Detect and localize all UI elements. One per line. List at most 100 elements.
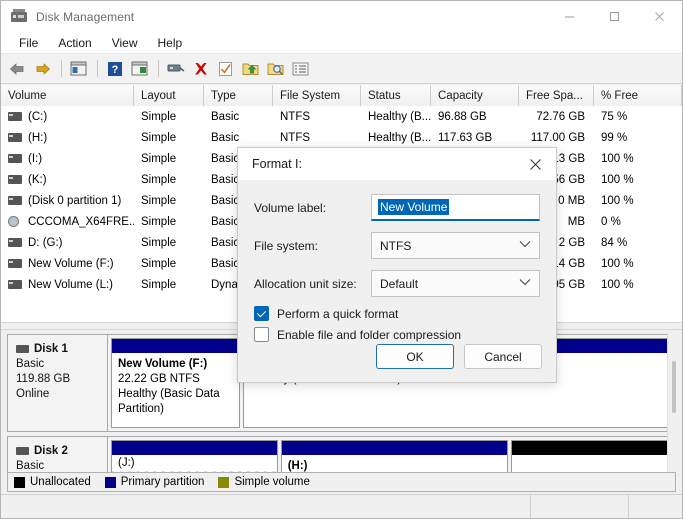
disk-pane-scrollbar[interactable]	[667, 333, 680, 481]
cell-status: Healthy (B...	[361, 106, 431, 127]
column-header[interactable]: Status	[361, 85, 431, 106]
toolbar-separator	[97, 60, 98, 77]
ok-button[interactable]: OK	[376, 344, 454, 369]
minimize-icon[interactable]	[547, 1, 592, 32]
close-icon[interactable]	[637, 1, 682, 32]
close-icon[interactable]	[514, 148, 556, 180]
partition-bar	[512, 441, 671, 455]
menu-view[interactable]: View	[102, 34, 148, 52]
legend-item: Primary partition	[105, 476, 205, 488]
folder-search-icon[interactable]	[264, 57, 287, 80]
allocation-unit-row: Allocation unit size: Default	[254, 268, 540, 299]
legend-swatch	[14, 477, 25, 488]
cell-volume: (I:)	[1, 148, 134, 169]
compression-row[interactable]: Enable file and folder compression	[254, 327, 540, 342]
cell-text: New Volume (L:)	[28, 279, 113, 291]
cell-percent: 100 %	[594, 148, 682, 169]
cell-text: (I:)	[28, 153, 42, 165]
show-hide-console-tree-icon[interactable]	[67, 57, 90, 80]
partition-status: Healthy (Basic Data Partition)	[118, 387, 233, 417]
cell-capacity: 117.63 GB	[431, 127, 519, 148]
partition[interactable]: New Volume (F:)22.22 GB NTFSHealthy (Bas…	[111, 338, 240, 428]
table-row[interactable]: (C:)SimpleBasicNTFSHealthy (B...96.88 GB…	[1, 106, 682, 127]
cell-text: (H:)	[28, 132, 47, 144]
allocation-unit-select[interactable]: Default	[371, 270, 540, 297]
column-header[interactable]: Free Spa...	[519, 85, 594, 106]
legend-label: Primary partition	[121, 476, 205, 488]
window-controls	[547, 1, 682, 32]
cell-volume: New Volume (L:)	[1, 274, 134, 295]
scrollbar-thumb[interactable]	[672, 361, 676, 413]
cell-layout: Simple	[134, 169, 204, 190]
folder-up-icon[interactable]	[239, 57, 262, 80]
cell-percent: 0 %	[594, 211, 682, 232]
status-cell-2	[531, 495, 629, 518]
partition-meta: New Volume (F:)22.22 GB NTFSHealthy (Bas…	[112, 353, 239, 421]
cell-volume: (C:)	[1, 106, 134, 127]
column-header[interactable]: Volume	[1, 85, 134, 106]
column-header[interactable]: File System	[273, 85, 361, 106]
volume-label-row: Volume label: New Volume	[254, 192, 540, 223]
allocation-unit-value: Default	[380, 277, 418, 291]
allocation-unit-caption: Allocation unit size:	[254, 277, 371, 291]
legend-item: Unallocated	[14, 476, 91, 488]
toolbar-separator	[61, 60, 62, 77]
menu-action[interactable]: Action	[48, 34, 101, 52]
cell-percent: 100 %	[594, 190, 682, 211]
volume-label-input[interactable]: New Volume	[371, 194, 540, 221]
menu-file[interactable]: File	[9, 34, 48, 52]
quick-format-checkbox[interactable]	[254, 306, 269, 321]
disk-name-row: Disk 1	[16, 343, 101, 355]
cell-text: CCCOMA_X64FRE...	[28, 216, 134, 228]
cell-volume: D: (G:)	[1, 232, 134, 253]
column-header[interactable]: % Free	[594, 85, 682, 106]
dialog-titlebar: Format I:	[238, 148, 556, 180]
checkmark-icon[interactable]	[214, 57, 237, 80]
disk-name: Disk 2	[34, 445, 68, 457]
legend-label: Simple volume	[234, 476, 309, 488]
forward-arrow-icon[interactable]	[31, 57, 54, 80]
disk-icon	[16, 345, 29, 353]
menu-help[interactable]: Help	[148, 34, 193, 52]
file-system-select[interactable]: NTFS	[371, 232, 540, 259]
column-header[interactable]: Type	[204, 85, 273, 106]
column-header[interactable]: Capacity	[431, 85, 519, 106]
toolbar-separator	[158, 60, 159, 77]
file-system-row: File system: NTFS	[254, 230, 540, 261]
back-arrow-icon[interactable]	[6, 57, 29, 80]
cell-layout: Simple	[134, 148, 204, 169]
disk-drive-icon	[11, 9, 27, 25]
cell-layout: Simple	[134, 232, 204, 253]
status-cell-1	[1, 495, 531, 518]
cell-layout: Simple	[134, 274, 204, 295]
cell-volume: (K:)	[1, 169, 134, 190]
quick-format-row[interactable]: Perform a quick format	[254, 306, 540, 321]
partition-size: 22.22 GB NTFS	[118, 372, 233, 387]
cell-text: (K:)	[28, 174, 47, 186]
cell-volume: (Disk 0 partition 1)	[1, 190, 134, 211]
cell-layout: Simple	[134, 253, 204, 274]
cell-percent: 100 %	[594, 169, 682, 190]
optical-disc-icon	[8, 217, 22, 226]
delete-icon[interactable]	[189, 57, 212, 80]
partition-bar	[282, 441, 507, 455]
properties-icon[interactable]	[164, 57, 187, 80]
cell-percent: 75 %	[594, 106, 682, 127]
cell-percent: 84 %	[594, 232, 682, 253]
show-hide-action-pane-icon[interactable]	[128, 57, 151, 80]
maximize-icon[interactable]	[592, 1, 637, 32]
partition-bar	[112, 441, 277, 455]
cell-volume: (H:)	[1, 127, 134, 148]
cancel-button[interactable]: Cancel	[464, 344, 542, 369]
list-view-icon[interactable]	[289, 57, 312, 80]
volume-icon	[8, 196, 22, 205]
help-icon[interactable]: ?	[103, 57, 126, 80]
dialog-buttons: OK Cancel	[376, 344, 542, 369]
legend-item: Simple volume	[218, 476, 309, 488]
volume-icon	[8, 133, 22, 142]
table-row[interactable]: (H:)SimpleBasicNTFSHealthy (B...117.63 G…	[1, 127, 682, 148]
compression-checkbox[interactable]	[254, 327, 269, 342]
column-header[interactable]: Layout	[134, 85, 204, 106]
quick-format-label: Perform a quick format	[277, 307, 398, 321]
volume-icon	[8, 238, 22, 247]
